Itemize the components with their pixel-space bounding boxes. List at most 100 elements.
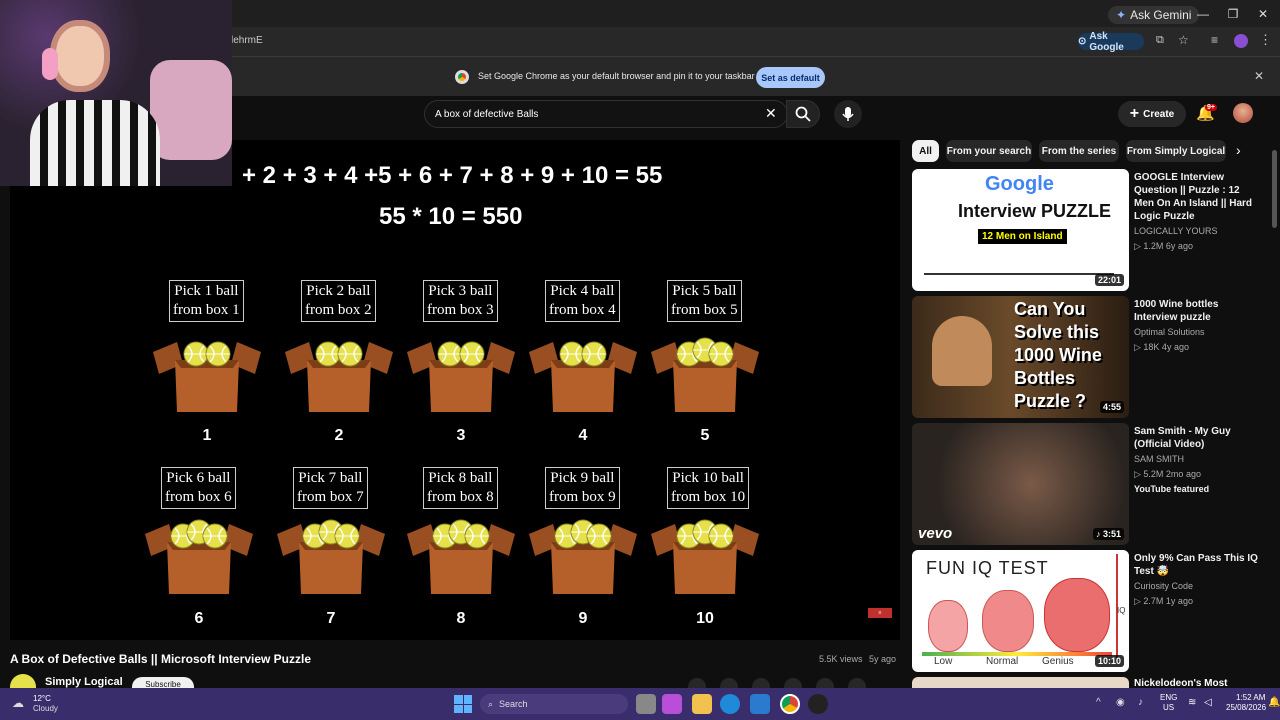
channel-avatar[interactable] <box>10 674 36 688</box>
file-explorer-icon[interactable] <box>692 694 712 714</box>
notification-center-icon[interactable]: 🔔 <box>1268 697 1280 708</box>
minimize-icon: — <box>1197 6 1209 21</box>
chip-from-channel[interactable]: From Simply Logical <box>1126 140 1226 162</box>
thumb-king-figure <box>932 316 992 386</box>
rec-channel: SAM SMITH <box>1134 454 1185 464</box>
rec-title: Only 9% Can Pass This IQ Test 🤯 Curiosit… <box>1134 552 1260 608</box>
chips-next-icon[interactable]: › <box>1236 142 1241 158</box>
equation-line-2: 55 * 10 = 550 <box>379 203 523 230</box>
language-region[interactable]: US <box>1163 703 1174 712</box>
sidebar-scrollbar[interactable] <box>1272 150 1277 228</box>
video-title: A Box of Defective Balls || Microsoft In… <box>10 652 312 666</box>
volume-icon[interactable]: ◁ <box>1204 697 1212 708</box>
tray-overflow-icon[interactable]: ^ <box>1096 697 1101 708</box>
more-actions-button[interactable] <box>848 678 866 688</box>
box-number: 7 <box>326 610 336 627</box>
wifi-icon[interactable]: ≋ <box>1188 697 1196 708</box>
rec-title: GOOGLE Interview Question || Puzzle : 12… <box>1134 171 1260 253</box>
menu-dots-icon[interactable]: ⋮ <box>1259 32 1272 48</box>
copilot-icon[interactable] <box>662 694 682 714</box>
bookmark-star-icon[interactable]: ☆ <box>1178 33 1189 47</box>
minimize-button[interactable]: — <box>1188 0 1218 27</box>
tennis-ball-icon <box>202 523 228 549</box>
create-button[interactable]: + Create <box>1118 101 1186 127</box>
task-view-icon[interactable] <box>636 694 656 714</box>
weather-desc[interactable]: Cloudy <box>33 704 58 713</box>
maximize-button[interactable]: ❐ <box>1218 0 1248 27</box>
weather-temp[interactable]: 12°C <box>33 694 51 703</box>
webcam-overlay <box>0 0 232 186</box>
taskbar-search-input[interactable]: ⌕ Search <box>480 694 628 714</box>
obs-icon[interactable] <box>808 694 828 714</box>
rec-featured: YouTube featured <box>1134 484 1210 494</box>
box-number: 6 <box>194 610 204 627</box>
close-window-button[interactable]: ✕ <box>1248 0 1278 27</box>
tennis-ball-icon <box>586 523 612 549</box>
search-icon: ⌕ <box>488 698 494 709</box>
chip-from-your-search[interactable]: From your search <box>946 140 1032 162</box>
clock-time[interactable]: 1:52 AM <box>1236 693 1265 702</box>
rec-meta: ▷ 18K 4y ago <box>1134 342 1189 352</box>
video-player[interactable]: + 2 + 3 + 4 +5 + 6 + 7 + 8 + 9 + 10 = 55… <box>10 140 900 640</box>
rec-thumbnail[interactable]: vevo ♪ 3:51 <box>912 423 1129 545</box>
clear-search-icon[interactable]: ✕ <box>765 105 777 122</box>
headphone-left <box>42 48 58 80</box>
video-duration: 22:01 <box>1094 274 1124 286</box>
windows-start-icon[interactable] <box>454 695 472 713</box>
edge-icon[interactable] <box>720 694 740 714</box>
profile-avatar[interactable] <box>1234 34 1248 48</box>
download-button[interactable] <box>752 678 770 688</box>
tray-app-icon[interactable]: ◉ <box>1116 697 1125 708</box>
clock-date[interactable]: 25/08/2026 <box>1226 703 1266 712</box>
infobar-close-icon[interactable]: ✕ <box>1254 69 1264 83</box>
store-icon[interactable] <box>750 694 770 714</box>
chrome-taskbar-icon[interactable] <box>780 694 800 714</box>
search-button[interactable] <box>786 100 820 128</box>
thumb-puzzle-text: Interview PUZZLE <box>958 201 1112 221</box>
maximize-icon: ❐ <box>1227 6 1239 21</box>
rec-card[interactable]: FUN IQ TEST IQ Low Normal Genius 10:10 O… <box>912 550 1262 672</box>
mic-tray-icon[interactable]: ♪ <box>1138 697 1143 708</box>
brain-large-icon <box>1044 578 1110 652</box>
rec-thumbnail[interactable]: Can You Solve this 1000 Wine Bottles Puz… <box>912 296 1129 418</box>
box-number: 8 <box>456 610 466 627</box>
set-default-button[interactable]: Set as default <box>756 67 825 88</box>
channel-watermark: ≡ <box>868 608 892 618</box>
ask-gemini-button[interactable]: ✦ Ask Gemini <box>1108 6 1200 24</box>
rec-thumbnail[interactable]: Google Interview PUZZLE 12 Men on Island… <box>912 169 1129 291</box>
address-bar-url[interactable]: lehrmE <box>231 35 263 46</box>
clip-button[interactable] <box>784 678 802 688</box>
voice-search-button[interactable] <box>834 100 862 128</box>
rec-thumbnail[interactable]: FUN IQ TEST IQ Low Normal Genius 10:10 <box>912 550 1129 672</box>
video-duration: ♪ 3:51 <box>1092 528 1124 540</box>
chip-all[interactable]: All <box>912 140 939 162</box>
rec-meta: ▷ 2.7M 1y ago <box>1134 596 1193 606</box>
rec-card[interactable]: Can You Solve this 1000 Wine Bottles Puz… <box>912 296 1262 418</box>
rec-meta: ▷ 5.2M 2mo ago <box>1134 469 1201 479</box>
rec-card[interactable]: vevo ♪ 3:51 Sam Smith - My Guy (Official… <box>912 423 1262 545</box>
rec-thumbnail[interactable] <box>912 677 1129 688</box>
account-avatar[interactable] <box>1233 103 1253 123</box>
box-number: 1 <box>202 427 212 444</box>
install-icon[interactable]: ⧉ <box>1156 34 1164 47</box>
reading-list-icon[interactable]: ≡ <box>1211 33 1218 47</box>
ask-google-button[interactable]: ⊙ Ask Google <box>1078 31 1144 53</box>
tennis-ball-icon <box>337 341 363 367</box>
like-button[interactable] <box>688 678 706 688</box>
share-button[interactable] <box>720 678 738 688</box>
box-label: Pick 1 ball from box 1 <box>169 280 244 322</box>
channel-name[interactable]: Simply Logical <box>45 676 123 688</box>
rec-card[interactable]: Google Interview PUZZLE 12 Men on Island… <box>912 169 1262 291</box>
tennis-ball-icon <box>708 341 734 367</box>
chip-from-the-series[interactable]: From the series <box>1039 140 1119 162</box>
tennis-ball-icon <box>459 341 485 367</box>
subscribe-button[interactable]: Subscribe <box>132 677 194 688</box>
tennis-ball-icon <box>437 341 463 367</box>
box-label: Pick 3 ball from box 3 <box>423 280 498 322</box>
language-code[interactable]: ENG <box>1160 693 1177 702</box>
infobar-message: Set Google Chrome as your default browse… <box>478 71 755 81</box>
search-input[interactable]: A box of defective Balls ✕ <box>424 100 788 128</box>
rec-channel: Optimal Solutions <box>1134 327 1205 337</box>
save-button[interactable] <box>816 678 834 688</box>
ball-box <box>285 341 393 412</box>
